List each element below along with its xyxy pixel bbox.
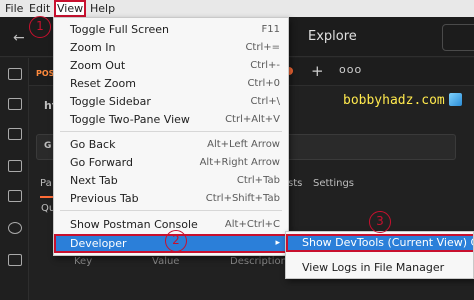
menu-item-label: Toggle Sidebar bbox=[70, 95, 151, 108]
watermark: bobbyhadz.com bbox=[343, 93, 462, 108]
menu-item-shortcut: Ctrl+Tab bbox=[236, 175, 280, 186]
plus-icon[interactable]: + bbox=[311, 62, 324, 80]
menu-separator bbox=[60, 131, 282, 132]
column-value: Value bbox=[152, 256, 180, 267]
menu-item-label: Next Tab bbox=[70, 174, 118, 187]
menu-item-shortcut: Alt+Left Arrow bbox=[207, 139, 280, 150]
column-key: Key bbox=[74, 256, 93, 267]
menu-item-previous-tab[interactable]: Previous Tab Ctrl+Shift+Tab bbox=[54, 190, 288, 207]
menu-item-zoom-in[interactable]: Zoom In Ctrl+= bbox=[54, 39, 288, 56]
menu-view[interactable]: View bbox=[54, 0, 87, 17]
history-icon[interactable] bbox=[8, 254, 22, 266]
menu-item-shortcut: Ctrl+= bbox=[245, 42, 280, 53]
menu-item-label: Toggle Two-Pane View bbox=[70, 113, 190, 126]
menu-file[interactable]: File bbox=[5, 0, 23, 17]
menu-item-toggle-sidebar[interactable]: Toggle Sidebar Ctrl+\ bbox=[54, 93, 288, 110]
menu-item-shortcut: Ctrl+Alt+V bbox=[225, 114, 280, 125]
flows-icon[interactable] bbox=[8, 222, 22, 234]
menu-item-shortcut: Alt+Right Arrow bbox=[199, 157, 280, 168]
menu-item-shortcut: Ctrl+Shift+Tab bbox=[205, 193, 280, 204]
menu-item-label: Go Back bbox=[70, 138, 116, 151]
tab-params[interactable]: Pa bbox=[40, 178, 52, 189]
menu-item-toggle-full-screen[interactable]: Toggle Full Screen F11 bbox=[54, 21, 288, 38]
back-arrow-icon[interactable]: ← bbox=[13, 30, 25, 46]
menu-item-label: Zoom In bbox=[70, 41, 116, 54]
step-marker-2: 2 bbox=[165, 230, 187, 252]
menu-item-label: Developer bbox=[70, 237, 127, 250]
step-marker-1: 1 bbox=[29, 16, 51, 38]
method-select[interactable]: G bbox=[44, 141, 51, 151]
developer-submenu: Show DevTools (Current View) Ctrl View L… bbox=[285, 231, 474, 279]
step-marker-3: 3 bbox=[369, 211, 391, 233]
submenu-item-label: View Logs in File Manager bbox=[302, 261, 445, 274]
tab-settings[interactable]: Settings bbox=[313, 178, 354, 189]
collections-icon[interactable] bbox=[8, 98, 22, 110]
header-search-box[interactable] bbox=[442, 24, 474, 51]
menu-item-shortcut: Ctrl+0 bbox=[247, 78, 280, 89]
watermark-text: bobbyhadz.com bbox=[343, 93, 445, 108]
menu-item-next-tab[interactable]: Next Tab Ctrl+Tab bbox=[54, 172, 288, 189]
menu-item-label: Previous Tab bbox=[70, 192, 139, 205]
menu-item-shortcut: F11 bbox=[261, 24, 280, 35]
environments-icon[interactable] bbox=[8, 160, 22, 172]
menu-bar: File Edit View Help bbox=[0, 0, 474, 17]
submenu-item-view-logs[interactable]: View Logs in File Manager bbox=[286, 259, 473, 277]
cube-icon bbox=[448, 93, 462, 106]
menu-separator bbox=[60, 210, 282, 211]
trash-icon[interactable] bbox=[8, 68, 22, 80]
menu-help[interactable]: Help bbox=[90, 0, 115, 17]
menu-item-toggle-two-pane-view[interactable]: Toggle Two-Pane View Ctrl+Alt+V bbox=[54, 111, 288, 128]
tab-tests[interactable]: sts bbox=[288, 178, 302, 189]
menu-item-shortcut: Alt+Ctrl+C bbox=[224, 219, 280, 230]
explore-link[interactable]: Explore bbox=[308, 29, 357, 44]
more-icon[interactable]: ooo bbox=[339, 63, 362, 76]
menu-item-go-forward[interactable]: Go Forward Alt+Right Arrow bbox=[54, 154, 288, 171]
menu-item-label: Zoom Out bbox=[70, 59, 126, 72]
apis-icon[interactable] bbox=[8, 128, 22, 140]
menu-item-label: Go Forward bbox=[70, 156, 133, 169]
submenu-item-label: Show DevTools (Current View) Ctrl bbox=[302, 236, 474, 249]
menu-item-shortcut: Ctrl+\ bbox=[250, 96, 280, 107]
menu-edit[interactable]: Edit bbox=[29, 0, 50, 17]
menu-item-shortcut: Ctrl+- bbox=[250, 60, 280, 71]
submenu-arrow-icon: ▸ bbox=[275, 238, 280, 248]
column-description: Description bbox=[230, 256, 287, 267]
menu-item-label: Toggle Full Screen bbox=[70, 23, 169, 36]
menu-item-reset-zoom[interactable]: Reset Zoom Ctrl+0 bbox=[54, 75, 288, 92]
left-rail bbox=[0, 58, 29, 300]
menu-item-label: Reset Zoom bbox=[70, 77, 136, 90]
menu-item-zoom-out[interactable]: Zoom Out Ctrl+- bbox=[54, 57, 288, 74]
menu-item-go-back[interactable]: Go Back Alt+Left Arrow bbox=[54, 136, 288, 153]
submenu-item-show-devtools[interactable]: Show DevTools (Current View) Ctrl bbox=[286, 234, 474, 252]
monitor-icon[interactable] bbox=[8, 190, 22, 202]
view-menu: Toggle Full Screen F11 Zoom In Ctrl+= Zoom… bbox=[53, 17, 289, 256]
